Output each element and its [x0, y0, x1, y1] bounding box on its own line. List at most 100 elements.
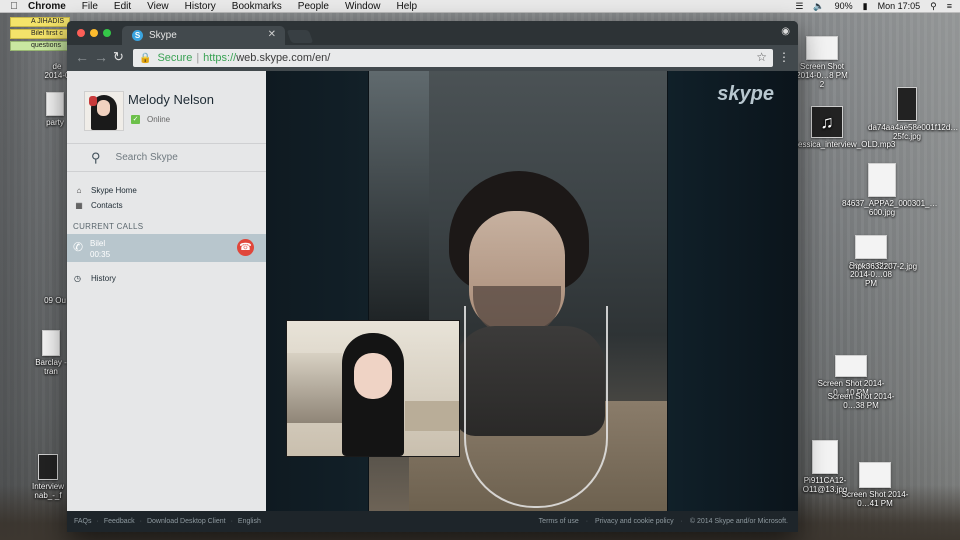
video-background-right: [668, 71, 798, 511]
desktop-file-icon[interactable]: Screen Shot 2014-0…10 PM: [816, 355, 886, 397]
menu-people[interactable]: People: [298, 1, 329, 12]
menu-app-name[interactable]: Chrome: [28, 1, 66, 12]
file-thumbnail: [855, 235, 887, 259]
footer-link-language[interactable]: English: [238, 518, 261, 525]
phone-icon: ✆: [73, 240, 84, 254]
file-thumbnail: [812, 440, 838, 474]
footer-link-privacy[interactable]: Privacy and cookie policy: [595, 518, 674, 525]
bookmark-star-icon[interactable]: ☆: [756, 50, 767, 64]
zoom-window-button[interactable]: [103, 29, 111, 37]
sidebar-item-skype-home[interactable]: ⌂ Skype Home: [74, 183, 137, 198]
avatar[interactable]: [84, 91, 124, 131]
music-file-icon: ♫: [811, 106, 843, 138]
close-window-button[interactable]: [77, 29, 85, 37]
desktop-file-icon[interactable]: Screen Shot 2014-0…41 PM: [840, 462, 910, 508]
desktop-file-icon[interactable]: ♫ Jessica_interview_OLD.mp3: [794, 106, 895, 149]
browser-toolbar: ← → ↻ 🔒 Secure | https:// web.skype.com/…: [67, 45, 798, 71]
sticky-note[interactable]: questions: [10, 41, 70, 51]
clock-icon: ◷: [74, 274, 81, 283]
sidebar-item-contacts[interactable]: ▦ Contacts: [74, 198, 137, 213]
profile-header[interactable]: Melody Nelson ✓ Online: [67, 71, 266, 143]
desktop-file-icon[interactable]: Screen Shot 2014-0…8 PM 2: [793, 36, 851, 89]
footer-link-terms[interactable]: Terms of use: [539, 518, 579, 525]
sticky-note[interactable]: Bilel first c: [10, 29, 70, 39]
tab-skype[interactable]: S Skype ✕: [122, 26, 285, 45]
desktop-file-label: Screen Shot 2014-0…8 PM 2: [796, 62, 848, 89]
battery-percent[interactable]: 90%: [835, 1, 853, 11]
desktop-file-label: party: [46, 118, 64, 127]
desktop-file-icon[interactable]: 84637_APPA2_000301_…600.jpg: [842, 163, 938, 217]
spotlight-icon[interactable]: ⚲: [930, 1, 937, 12]
desktop-file-icon[interactable]: da74aa4ae58e001f12d…25fc.jpg: [868, 87, 958, 141]
video-call-area[interactable]: skype: [266, 71, 798, 511]
desktop-file-icon[interactable]: Interview nab_-_f: [26, 454, 70, 500]
desktop-file-label: Interview nab_-_f: [31, 482, 64, 500]
chrome-menu-icon[interactable]: ⋮: [778, 50, 790, 64]
profile-name[interactable]: Melody Nelson: [128, 92, 214, 107]
back-icon[interactable]: ←: [75, 49, 89, 65]
address-bar[interactable]: 🔒 Secure | https:// web.skype.com/en/ ☆: [133, 49, 773, 67]
menu-history[interactable]: History: [185, 1, 216, 12]
menu-window[interactable]: Window: [345, 1, 381, 12]
notification-center-icon[interactable]: ≡: [947, 1, 952, 11]
call-duration: 00:35: [90, 250, 111, 259]
call-contact-name: Bilel: [90, 239, 106, 248]
footer-link-feedback[interactable]: Feedback: [104, 518, 135, 525]
footer-separator: ·: [680, 518, 683, 525]
menu-bookmarks[interactable]: Bookmarks: [232, 1, 282, 12]
self-view-video[interactable]: [286, 320, 460, 457]
menu-edit[interactable]: Edit: [114, 1, 131, 12]
footer-separator: ·: [96, 518, 99, 525]
footer-link-faqs[interactable]: FAQs: [74, 518, 92, 525]
forward-icon[interactable]: →: [94, 49, 108, 65]
skype-sidebar: Melody Nelson ✓ Online ⚲ Search Skype ⌂ …: [67, 71, 266, 511]
presence-status[interactable]: ✓ Online: [131, 115, 170, 124]
battery-icon[interactable]: ▮: [863, 1, 868, 12]
car-window: [369, 71, 429, 321]
minimize-window-button[interactable]: [90, 29, 98, 37]
menu-help[interactable]: Help: [397, 1, 418, 12]
desktop-file-icon[interactable]: 09 Ou: [40, 296, 70, 305]
footer-separator: ·: [585, 518, 589, 525]
current-call-item[interactable]: ✆ Bilel 00:35 ☎: [67, 234, 266, 262]
incognito-icon[interactable]: ◉: [781, 26, 790, 37]
file-thumbnail: [897, 87, 917, 121]
menu-clock[interactable]: Mon 17:05: [878, 1, 921, 11]
search-icon: ⚲: [91, 149, 101, 165]
tab-strip: S Skype ✕ ◉: [67, 21, 798, 45]
volume-icon[interactable]: 🔈: [813, 1, 824, 12]
lock-icon[interactable]: 🔒: [139, 53, 151, 64]
file-thumbnail: [868, 163, 896, 197]
desktop-file-icon[interactable]: chpk3632207-2.jpg: [848, 262, 918, 271]
status-label: Online: [147, 115, 171, 124]
hang-up-button[interactable]: ☎: [237, 239, 254, 256]
close-tab-icon[interactable]: ✕: [268, 29, 276, 40]
desktop-file-icon[interactable]: Barclay - tran: [32, 330, 70, 376]
skype-web-app: Melody Nelson ✓ Online ⚲ Search Skype ⌂ …: [67, 71, 798, 532]
footer-link-download[interactable]: Download Desktop Client: [147, 518, 226, 525]
desktop-file-icon[interactable]: Screen Shot 2014-0…38 PM: [826, 392, 896, 410]
wifi-icon[interactable]: ☰: [795, 1, 803, 12]
home-icon: ⌂: [76, 186, 82, 195]
menu-file[interactable]: File: [82, 1, 98, 12]
reload-icon[interactable]: ↻: [113, 49, 124, 65]
file-thumbnail: [859, 462, 891, 488]
menu-view[interactable]: View: [147, 1, 169, 12]
avatar-face: [97, 100, 110, 116]
skype-logo: skype: [717, 83, 774, 105]
self-view-cabinet: [405, 401, 459, 431]
footer-separator: ·: [139, 518, 142, 525]
desktop-file-icon[interactable]: party: [40, 92, 70, 127]
avatar-accent: [89, 96, 97, 106]
file-thumbnail: [806, 36, 838, 60]
search-input[interactable]: Search Skype: [116, 152, 178, 163]
search-box[interactable]: ⚲ Search Skype: [67, 143, 266, 172]
apple-icon[interactable]: : [0, 1, 28, 12]
secure-label: Secure: [157, 52, 193, 64]
desktop-file-label: Screen Shot 2014-0…38 PM: [827, 392, 895, 410]
skype-favicon-icon: S: [132, 30, 143, 41]
new-tab-button[interactable]: [286, 30, 314, 43]
desktop-file-label: Screen Shot 2014-0…41 PM: [841, 490, 909, 508]
sticky-note[interactable]: A JIHADIS: [10, 17, 70, 27]
sidebar-item-history[interactable]: ◷ History: [74, 274, 116, 283]
